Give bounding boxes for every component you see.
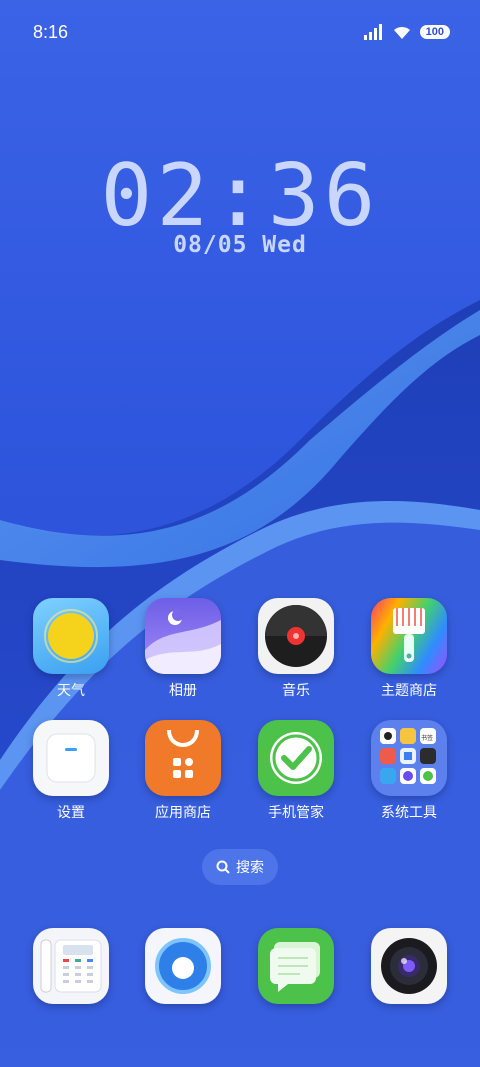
app-app-store[interactable]: 应用商店 <box>135 720 231 822</box>
folder-mini-label: 书签 <box>421 735 434 742</box>
settings-switch-icon <box>33 720 109 796</box>
app-label: 系统工具 <box>381 805 437 821</box>
dock-browser[interactable] <box>135 928 231 1004</box>
phone-dialer-icon <box>33 928 109 1004</box>
messages-icon <box>258 928 334 1004</box>
dock-messages[interactable] <box>248 928 344 1004</box>
search-label: 搜索 <box>236 860 264 876</box>
app-theme-store[interactable]: 主题商店 <box>361 598 457 700</box>
wifi-icon <box>393 26 410 39</box>
battery-indicator: 100 <box>419 25 450 39</box>
app-label: 应用商店 <box>155 805 211 821</box>
system-tools-folder-icon: 书签 <box>371 720 447 796</box>
phone-manager-check-icon <box>258 720 334 796</box>
app-gallery[interactable]: 相册 <box>135 598 231 700</box>
app-label: 相册 <box>169 683 197 699</box>
dock-phone[interactable] <box>23 928 119 1004</box>
app-label: 手机管家 <box>268 805 324 821</box>
app-label: 天气 <box>57 683 85 699</box>
app-store-bag-icon <box>145 720 221 796</box>
app-label: 音乐 <box>282 683 310 699</box>
lock-clock-time: 02:36 <box>100 146 380 246</box>
app-label: 主题商店 <box>381 683 437 699</box>
app-phone-manager[interactable]: 手机管家 <box>248 720 344 822</box>
camera-icon <box>371 928 447 1004</box>
app-label: 设置 <box>57 805 85 821</box>
weather-sun-icon <box>33 598 109 674</box>
app-music[interactable]: 音乐 <box>248 598 344 700</box>
theme-brush-icon <box>371 598 447 674</box>
status-bar: 8:16 100 <box>0 0 480 66</box>
dock-camera[interactable] <box>361 928 457 1004</box>
music-record-icon <box>258 598 334 674</box>
search-button[interactable]: 搜索 <box>202 849 278 885</box>
status-time: 8:16 <box>33 22 69 42</box>
app-system-tools-folder[interactable]: 书签 系统工具 <box>361 720 457 822</box>
app-settings[interactable]: 设置 <box>23 720 119 822</box>
app-weather[interactable]: 天气 <box>23 598 119 700</box>
browser-icon <box>145 928 221 1004</box>
cellular-signal-icon <box>363 24 382 40</box>
search-icon <box>216 860 230 874</box>
gallery-moon-icon <box>145 598 221 674</box>
lock-clock-date: 08/05 Wed <box>173 232 307 258</box>
